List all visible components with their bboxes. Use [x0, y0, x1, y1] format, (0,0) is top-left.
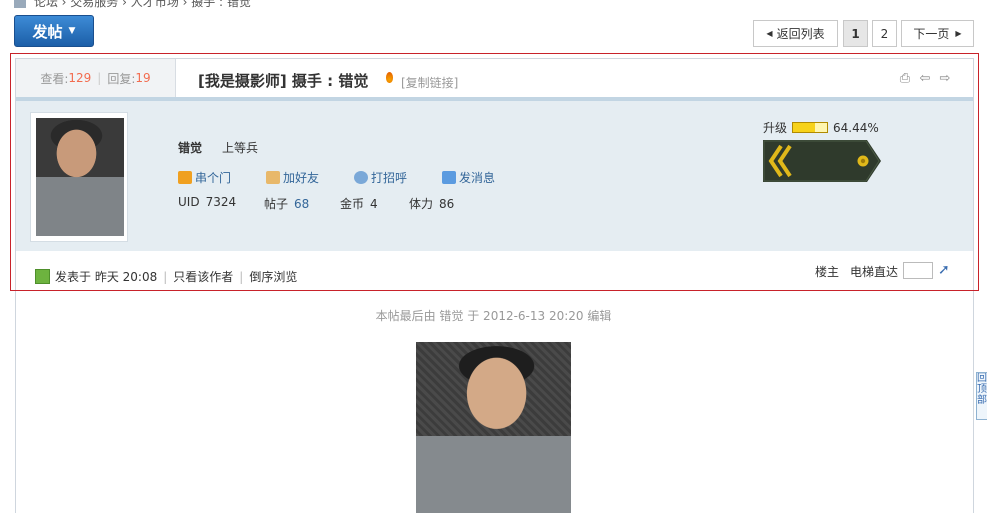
page-1-button[interactable]: 1 — [843, 20, 868, 47]
post-photo[interactable] — [416, 342, 571, 513]
chevron-down-icon: ▼ — [68, 26, 76, 36]
breadcrumb-item[interactable]: 摄手 : 错觉 — [191, 0, 251, 9]
page-2-button[interactable]: 2 — [872, 20, 897, 47]
edit-note: 本帖最后由 错觉 于 2012-6-13 20:20 编辑 — [375, 309, 612, 323]
breadcrumb-item[interactable]: 人才市场 — [131, 0, 179, 9]
back-to-top-button[interactable]: 回顶部 — [976, 372, 987, 420]
home-icon[interactable] — [14, 0, 26, 8]
next-page-button[interactable]: 下一页 ▶ — [901, 20, 974, 47]
new-post-button[interactable]: 发帖 ▼ — [14, 15, 94, 47]
back-to-list-button[interactable]: ◀ 返回列表 — [753, 20, 838, 47]
breadcrumb-item[interactable]: 论坛 — [34, 0, 58, 9]
arrow-right-icon: ▶ — [955, 29, 962, 38]
arrow-left-icon: ◀ — [766, 29, 773, 38]
breadcrumb: 论坛 › 交易服务 › 人才市场 › 摄手 : 错觉 — [14, 0, 251, 9]
back-to-list-label: 返回列表 — [776, 27, 825, 41]
breadcrumb-item[interactable]: 交易服务 — [70, 0, 118, 9]
new-post-label: 发帖 — [32, 22, 63, 41]
next-page-label: 下一页 — [913, 27, 950, 41]
highlight-frame — [10, 53, 979, 291]
